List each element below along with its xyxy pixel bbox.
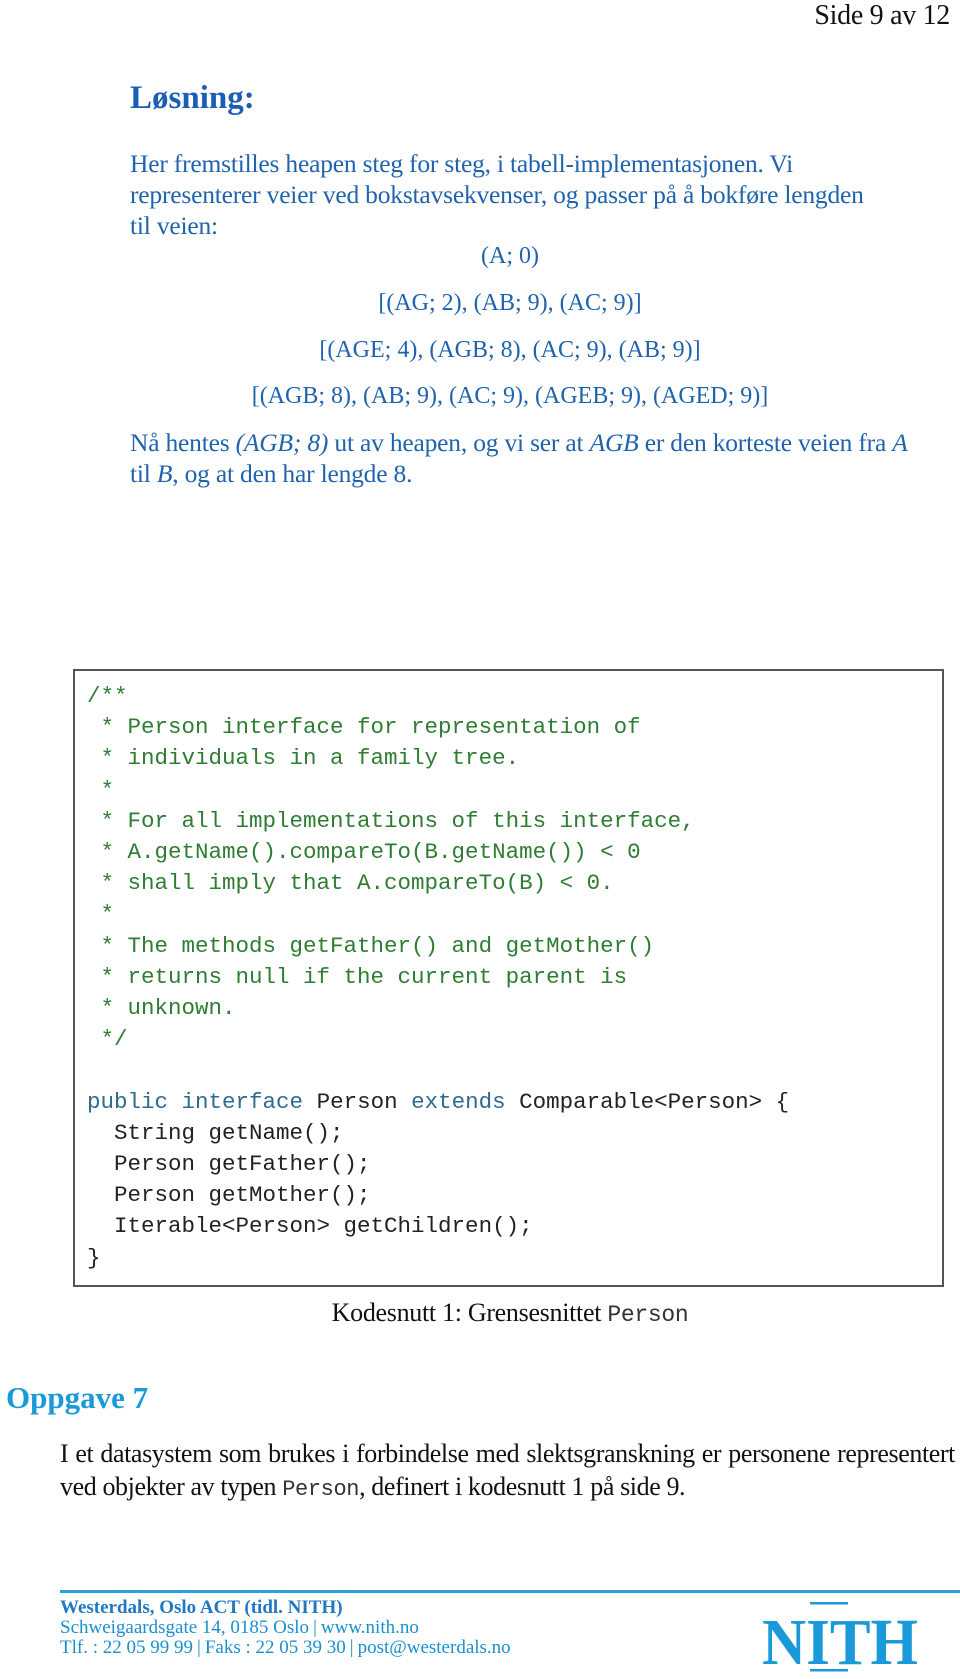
code-block: /** * Person interface for representatio…	[87, 681, 789, 1274]
conclusion-text: til	[130, 459, 157, 488]
separator: |	[313, 1617, 317, 1638]
code-line: * A.getName().compareTo(B.getName()) < 0	[87, 839, 641, 866]
math-inline: (AGB; 8)	[235, 428, 329, 457]
logo-text: NITH	[762, 1606, 918, 1675]
heap-step: [(AGB; 8), (AB; 9), (AC; 9), (AGEB; 9), …	[251, 383, 769, 409]
logo-overline	[810, 1602, 848, 1605]
solution-heading: Løsning:	[130, 80, 255, 116]
task-heading: Oppgave 7	[6, 1380, 149, 1415]
code-keyword: interface	[181, 1088, 304, 1115]
code-identifier: Person	[316, 1088, 398, 1115]
footer-website[interactable]: www.nith.no	[321, 1617, 419, 1638]
nith-logo: NITH	[762, 1602, 918, 1675]
footer-divider	[60, 1590, 960, 1593]
math-inline: AGB	[589, 428, 639, 457]
code-line: * returns null if the current parent is	[87, 963, 628, 990]
code-line: Iterable<Person> getChildren();	[87, 1213, 533, 1240]
conclusion-text: ut av heapen, og vi ser at	[328, 428, 590, 457]
footer-address-line: Schweigaardsgate 14, 0185 Oslo | www.nith.…	[60, 1618, 511, 1638]
math-inline: 8	[393, 459, 407, 488]
code-line: String getName();	[87, 1119, 344, 1146]
page-number: Side 9 av 12	[814, 0, 950, 31]
code-line: * For all implementations of this interf…	[87, 807, 695, 834]
code-line: * unknown.	[87, 995, 236, 1022]
footer: Westerdals, Oslo ACT (tidl. NITH) Schwei…	[60, 1598, 511, 1658]
solution-intro: Her fremstilles heapen steg for steg, i …	[130, 149, 864, 240]
conclusion-text: Nå hentes	[130, 428, 236, 457]
task-text: I et datasystem som brukes i forbindelse…	[60, 1437, 955, 1506]
conclusion-text: .	[406, 459, 413, 488]
code-line: Person getMother();	[87, 1182, 371, 1209]
code-comment: /** * Person interface for representatio…	[87, 683, 695, 1052]
code-line: /**	[87, 683, 128, 709]
conclusion-text: , og at den har lengde	[172, 459, 394, 488]
code-line: */	[87, 1026, 128, 1053]
code-line: }	[87, 1244, 101, 1271]
code-line: * individuals in a family tree.	[87, 745, 520, 772]
separator: |	[197, 1637, 201, 1658]
footer-fax: Faks : 22 05 39 30	[204, 1637, 346, 1658]
code-line: * The methods getFather() and getMother(…	[87, 932, 655, 959]
caption-text: Kodesnutt 1: Grensesnittet	[331, 1298, 608, 1327]
heap-step: [(AGE; 4), (AGB; 8), (AC; 9), (AB; 9)]	[319, 337, 701, 363]
math-inline: A	[892, 428, 908, 457]
code-line: * shall imply that A.compareTo(B) < 0.	[87, 870, 614, 897]
code-line: *	[87, 776, 115, 803]
task-code: Person	[282, 1477, 360, 1502]
code-listing: /** * Person interface for representatio…	[73, 669, 944, 1287]
code-line: Person getFather();	[87, 1151, 371, 1178]
code-line: * Person interface for representation of	[87, 714, 641, 741]
separator: |	[349, 1637, 354, 1658]
code-caption: Kodesnutt 1: Grensesnittet Person	[0, 1298, 960, 1328]
heap-step: (A; 0)	[481, 243, 539, 269]
conclusion-text: er den korteste veien fra	[638, 428, 893, 457]
footer-organization: Westerdals, Oslo ACT (tidl. NITH)	[60, 1597, 343, 1618]
heap-step: [(AG; 2), (AB; 9), (AC; 9)]	[378, 290, 642, 316]
code-keyword: public	[87, 1088, 169, 1115]
caption-code: Person	[607, 1302, 689, 1328]
code-keyword: extends	[411, 1088, 506, 1115]
solution-conclusion: Nå hentes (AGB; 8) ut av heapen, og vi s…	[130, 427, 910, 489]
footer-address: Schweigaardsgate 14, 0185 Oslo	[60, 1617, 310, 1638]
footer-phone: Tlf. : 22 05 99 99	[60, 1637, 193, 1658]
code-identifier: Comparable<Person> {	[519, 1088, 790, 1115]
footer-contact-line: Tlf. : 22 05 99 99 | Faks : 22 05 39 30 | po…	[60, 1638, 511, 1658]
task-text-part: , definert i kodesnutt 1 på side 9.	[359, 1472, 686, 1501]
math-inline: B	[156, 459, 173, 488]
code-line: *	[87, 901, 115, 928]
footer-email[interactable]: post@westerdals.no	[358, 1637, 511, 1658]
